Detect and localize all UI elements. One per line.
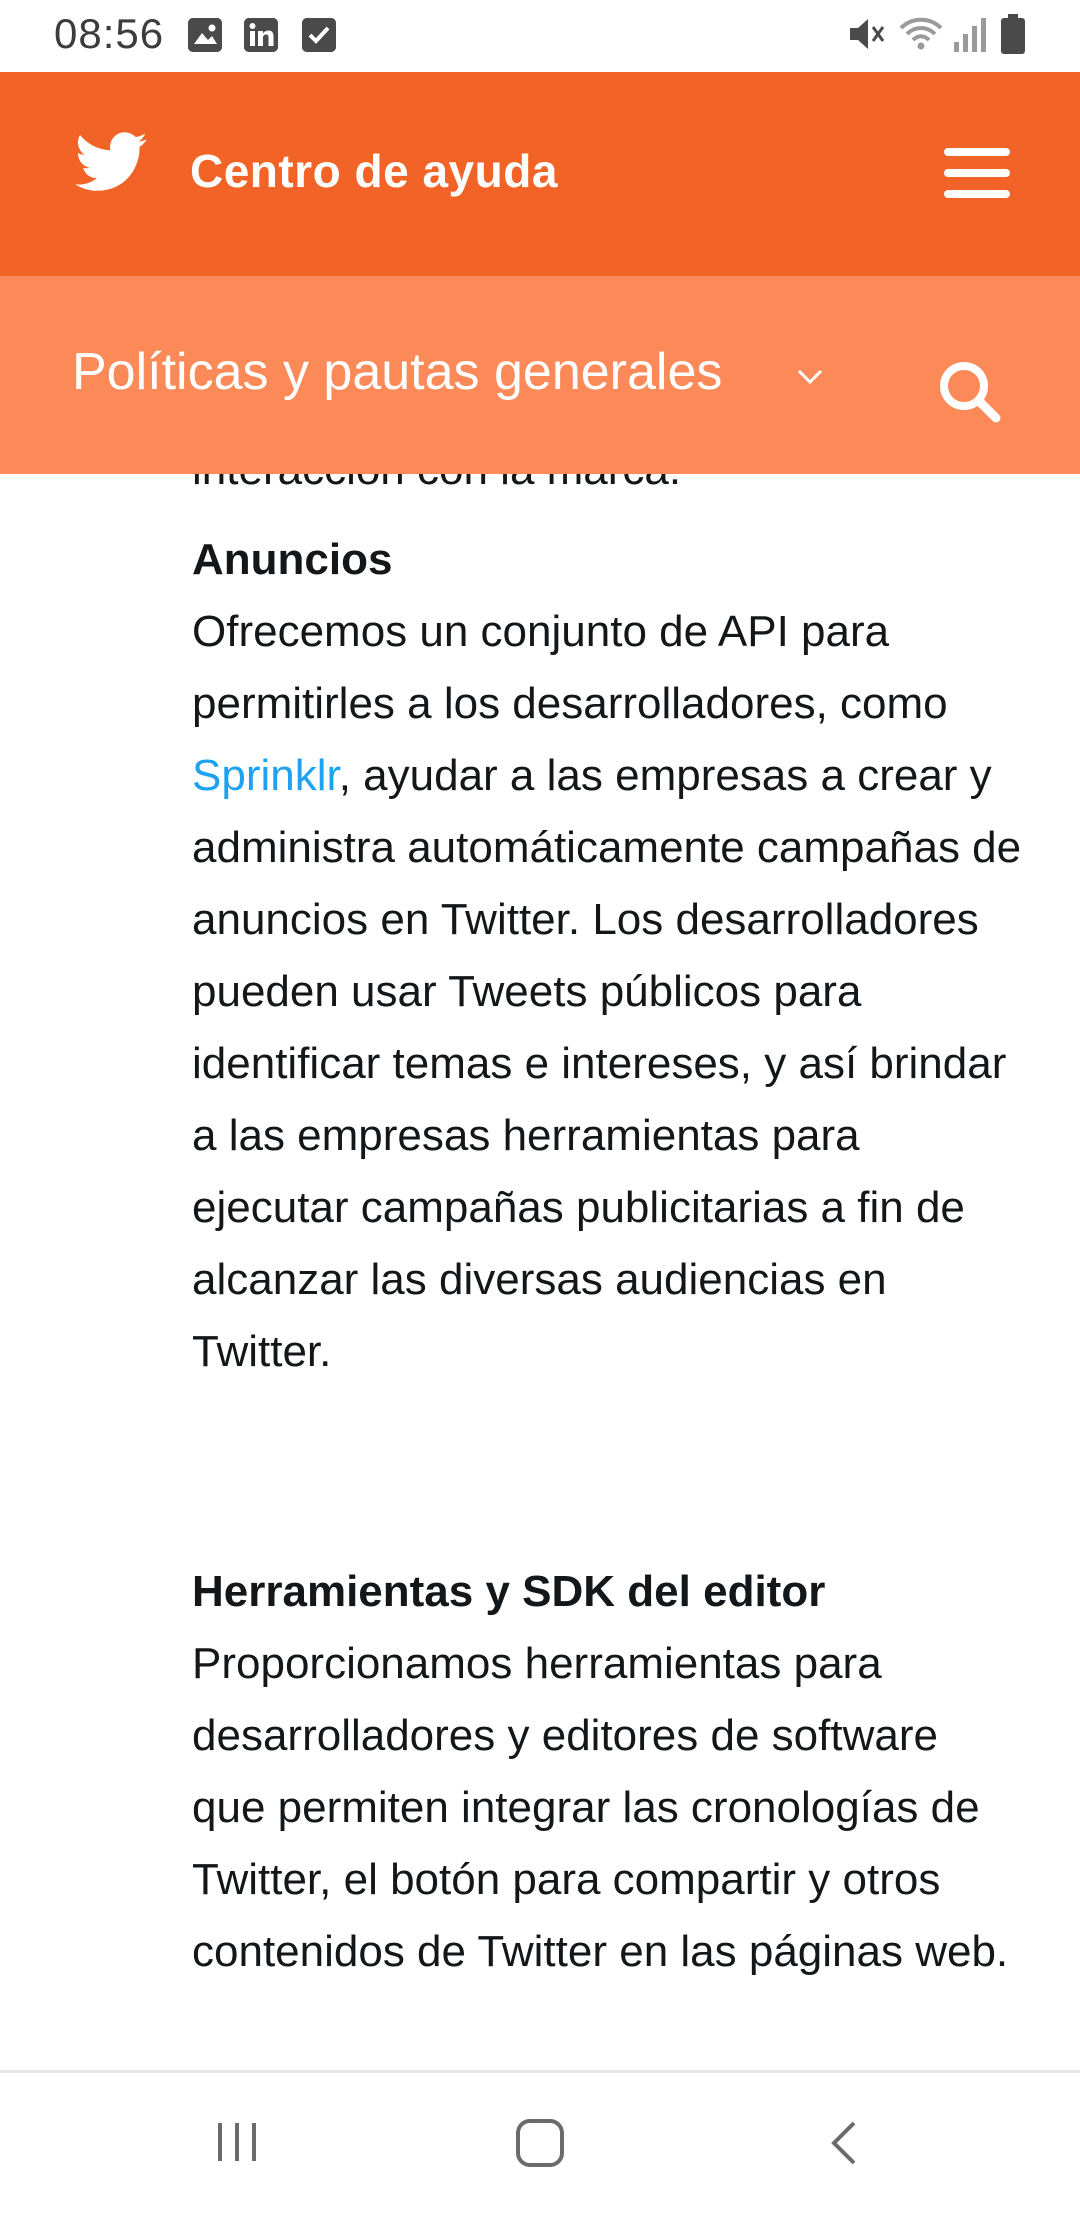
section-anuncios: Anuncios Ofrecemos un conjunto de API pa… [192, 524, 1022, 1388]
home-icon[interactable] [514, 2117, 566, 2169]
section-bar: Políticas y pautas generales [0, 276, 1080, 474]
linkedin-icon [244, 18, 278, 52]
section-dropdown[interactable]: Políticas y pautas generales [72, 342, 722, 402]
paragraph-text: , ayudar a las empresas a crear y admini… [192, 751, 1022, 1376]
paragraph-text: Ofrecemos un conjunto de API para permit… [192, 607, 948, 728]
search-icon[interactable] [934, 356, 1004, 426]
status-bar: 08:56 [0, 0, 1080, 72]
sprinklr-link[interactable]: Sprinklr [192, 751, 339, 800]
mute-icon [850, 19, 885, 49]
wifi-icon [899, 17, 943, 50]
section-heading: Herramientas y SDK del editor [192, 1567, 826, 1616]
section-heading: Anuncios [192, 535, 393, 584]
cut-off-text: interacción con la marca. [192, 474, 681, 506]
twitter-bird-icon[interactable] [74, 132, 148, 192]
help-center-header: Centro de ayuda [0, 72, 1080, 276]
article-content: interacción con la marca. Anuncios Ofrec… [0, 474, 1080, 2070]
chevron-down-icon[interactable] [796, 368, 824, 386]
help-center-title[interactable]: Centro de ayuda [190, 144, 558, 198]
recent-apps-icon[interactable] [212, 2117, 262, 2167]
section-paragraph: Proporcionamos herramientas para desarro… [192, 1639, 1009, 1976]
section-herramientas: Herramientas y SDK del editor Proporcion… [192, 1556, 1022, 1988]
section-paragraph: Ofrecemos un conjunto de API para permit… [192, 596, 1022, 1388]
hamburger-menu-icon[interactable] [944, 148, 1010, 206]
signal-icon [954, 18, 986, 52]
battery-icon [1001, 14, 1025, 54]
image-icon [188, 18, 222, 52]
status-time: 08:56 [54, 10, 165, 57]
system-nav-bar [0, 2070, 1080, 2223]
checkbox-icon [302, 18, 336, 52]
back-icon[interactable] [824, 2117, 864, 2169]
